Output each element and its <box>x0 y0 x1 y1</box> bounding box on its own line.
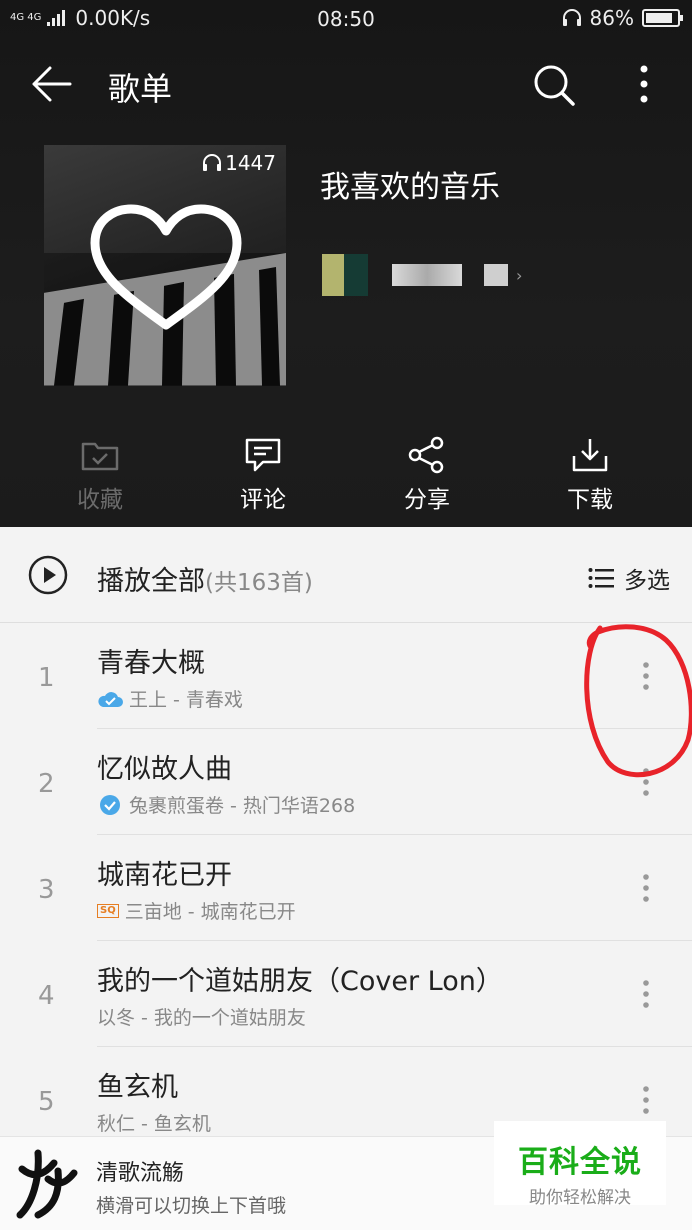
song-subtitle: 秋仁 - 鱼玄机 <box>97 1109 211 1136</box>
download-button[interactable]: 下载 <box>530 436 650 514</box>
creator-avatar[interactable] <box>322 254 368 296</box>
action-bar: 收藏 评论 分享 下载 <box>0 436 692 516</box>
list-icon <box>588 568 614 588</box>
chevron-right-icon: › <box>516 265 523 285</box>
song-row[interactable]: 3 城南花已开 SQ 三亩地 - 城南花已开 <box>0 835 692 941</box>
share-button[interactable]: 分享 <box>367 436 487 514</box>
more-vertical-icon[interactable] <box>634 64 654 104</box>
song-artist-album: 兔裹煎蛋卷 - 热门华语268 <box>129 795 356 817</box>
multi-select-label: 多选 <box>624 568 670 594</box>
share-icon <box>408 436 444 474</box>
listen-count: 1447 <box>202 151 276 175</box>
song-artist-album: 秋仁 - 鱼玄机 <box>97 1113 211 1135</box>
status-bar: 4G 4G 0.00K/s 08:50 86% <box>0 0 692 38</box>
headphones-icon <box>203 154 222 171</box>
song-index: 4 <box>38 981 55 1011</box>
playlist-title: 我喜欢的音乐 <box>320 170 500 205</box>
song-subtitle: 王上 - 青春戏 <box>97 685 243 712</box>
watermark-logo: 百科全说 助你轻松解决 <box>494 1121 666 1208</box>
creator-info[interactable]: › <box>322 254 522 296</box>
playlist-cover[interactable]: 1447 <box>44 145 286 386</box>
comment-label: 评论 <box>240 487 286 513</box>
heart-icon <box>90 204 242 330</box>
search-icon[interactable] <box>532 63 576 107</box>
play-circle-icon[interactable] <box>28 555 68 595</box>
creator-name-redacted <box>392 264 462 286</box>
song-title: 我的一个道姑朋友（Cover Lon） <box>97 966 503 997</box>
comment-button[interactable]: 评论 <box>203 436 323 514</box>
song-title: 鱼玄机 <box>97 1072 178 1103</box>
battery-percent: 86% <box>589 6 634 30</box>
creator-level-redacted <box>484 264 508 286</box>
red-annotation-circle <box>584 624 692 778</box>
play-all-bar[interactable]: 播放全部(共163首) 多选 <box>0 527 692 623</box>
swipe-hint: 横滑可以切换上下首哦 <box>96 1195 287 1217</box>
watermark-title: 百科全说 <box>518 1145 642 1180</box>
song-more-icon[interactable] <box>636 1085 656 1115</box>
now-playing-title: 清歌流觞 <box>96 1161 185 1186</box>
share-label: 分享 <box>404 487 450 513</box>
download-label: 下载 <box>567 487 613 513</box>
play-all-text: 播放全部 <box>97 566 205 597</box>
album-art-calligraphy[interactable] <box>14 1149 80 1219</box>
headphones-icon <box>562 9 581 26</box>
song-more-icon[interactable] <box>636 979 656 1009</box>
song-subtitle: 以冬 - 我的一个道姑朋友 <box>97 1003 306 1030</box>
listen-count-value: 1447 <box>225 151 276 175</box>
song-more-icon[interactable] <box>636 873 656 903</box>
sq-badge-icon: SQ <box>97 903 119 918</box>
collect-button[interactable]: 收藏 <box>40 436 160 514</box>
watermark-subtitle: 助你轻松解决 <box>529 1188 631 1208</box>
check-circle-icon <box>97 794 123 815</box>
song-row[interactable]: 4 我的一个道姑朋友（Cover Lon） 以冬 - 我的一个道姑朋友 <box>0 941 692 1047</box>
cloud-check-icon <box>97 689 123 709</box>
song-index: 3 <box>38 875 55 905</box>
song-subtitle: SQ 三亩地 - 城南花已开 <box>97 897 296 924</box>
song-title: 城南花已开 <box>97 860 232 891</box>
song-subtitle: 兔裹煎蛋卷 - 热门华语268 <box>97 791 355 818</box>
song-artist-album: 以冬 - 我的一个道姑朋友 <box>97 1007 306 1029</box>
song-index: 1 <box>38 663 55 693</box>
song-title: 忆似故人曲 <box>97 754 232 785</box>
song-index: 2 <box>38 769 55 799</box>
song-artist-album: 三亩地 - 城南花已开 <box>124 901 296 923</box>
multi-select-button[interactable]: 多选 <box>588 561 670 595</box>
comment-icon <box>245 438 281 472</box>
download-icon <box>572 439 608 472</box>
page-title: 歌单 <box>108 70 173 108</box>
collect-label: 收藏 <box>77 487 123 513</box>
song-title: 青春大概 <box>97 648 205 679</box>
song-count: (共163首) <box>205 570 313 596</box>
folder-check-icon <box>81 442 119 471</box>
back-arrow-icon[interactable] <box>30 64 72 104</box>
battery-icon <box>642 9 683 27</box>
top-nav: 歌单 <box>0 50 692 120</box>
song-index: 5 <box>38 1087 55 1117</box>
song-artist-album: 王上 - 青春戏 <box>129 689 243 711</box>
status-right: 86% <box>562 6 683 30</box>
play-all-label[interactable]: 播放全部(共163首) <box>97 559 313 598</box>
playlist-header: 4G 4G 0.00K/s 08:50 86% 歌单 1447 我喜欢的音乐 ›… <box>0 0 692 527</box>
